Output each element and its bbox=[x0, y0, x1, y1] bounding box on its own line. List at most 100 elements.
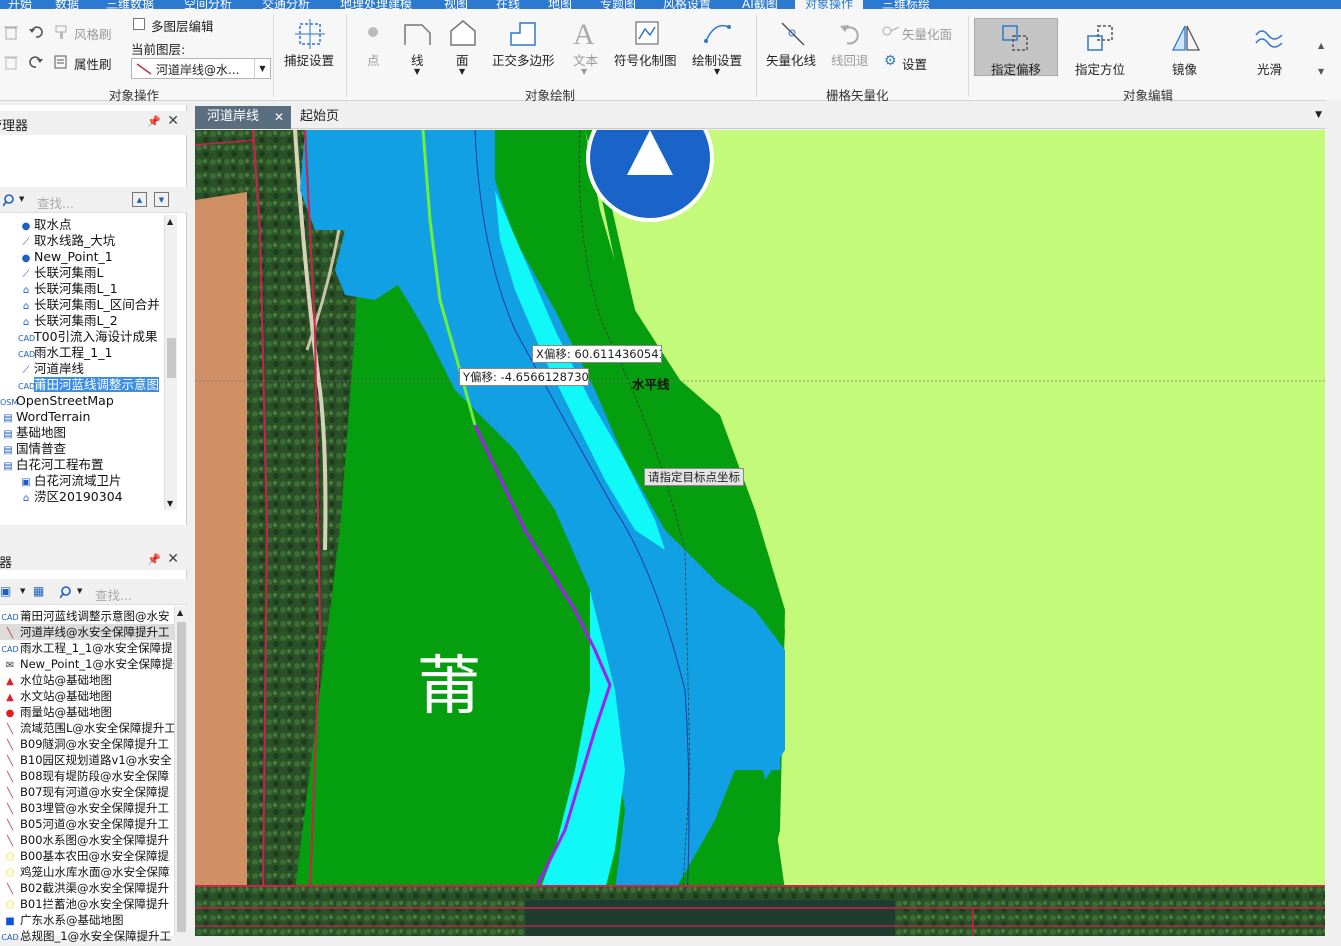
layer-list-item[interactable]: ⬠ B01拦蓄池@水安全保障提升 bbox=[0, 896, 174, 912]
attr-brush-label[interactable]: 属性刷 bbox=[74, 54, 112, 73]
workspace-tree-item[interactable]: ⟋ 河道岸线 bbox=[18, 361, 85, 377]
menu-tab-view[interactable]: 视图 bbox=[444, 0, 468, 9]
menu-tab-spatial[interactable]: 空间分析 bbox=[184, 0, 232, 9]
menu-tab-geoprocess[interactable]: 地理处理建模 bbox=[340, 0, 412, 9]
layer-list-item[interactable]: ╲ 河道岸线@水安全保障提升工 bbox=[0, 624, 174, 640]
polygon-draw-icon[interactable] bbox=[448, 19, 478, 47]
workspace-tree-item[interactable]: ⌂ 长联河集雨L_区间合并 bbox=[18, 297, 160, 313]
mirror-icon[interactable] bbox=[1171, 24, 1201, 54]
vectorize-polygon-icon[interactable] bbox=[882, 24, 900, 38]
layer-list-item[interactable]: ▲ 水文站@基础地图 bbox=[0, 688, 174, 704]
line-dropdown-icon[interactable]: ▼ bbox=[414, 67, 420, 76]
search-dropdown-icon[interactable]: ▼ bbox=[77, 587, 82, 595]
tab-river-bank[interactable]: 河道岸线 ✕ bbox=[195, 106, 291, 129]
layer-list-item[interactable]: ⬠ 鸡笼山水库水面@水安全保障 bbox=[0, 864, 174, 880]
workspace-tree-item[interactable]: ▤ 基础地图 bbox=[0, 425, 66, 441]
snap-icon[interactable] bbox=[295, 19, 325, 49]
menu-tab-start[interactable]: 开始 bbox=[8, 0, 32, 9]
layer-list-item[interactable]: ╲ B08现有堤防段@水安全保障 bbox=[0, 768, 174, 784]
layer-list-item[interactable]: ■ 广东水系@基础地图 bbox=[0, 912, 174, 928]
line-undo-icon[interactable] bbox=[837, 19, 867, 47]
current-layer-select[interactable]: 河道岸线@水... ▼ bbox=[131, 58, 271, 79]
close-icon[interactable]: ✕ bbox=[167, 113, 179, 129]
draw-settings-dropdown-icon[interactable]: ▼ bbox=[714, 67, 720, 76]
menu-tab-object-ops[interactable]: 对象操作 bbox=[795, 0, 864, 9]
close-icon[interactable]: ✕ bbox=[274, 106, 284, 128]
tabs-dropdown-icon[interactable]: ▼ bbox=[1315, 110, 1322, 120]
redo-icon[interactable] bbox=[28, 54, 44, 70]
menu-tab-thematic[interactable]: 专题图 bbox=[600, 0, 636, 9]
menu-tab-data[interactable]: 数据 bbox=[55, 0, 79, 9]
vectorize-line-icon[interactable] bbox=[778, 19, 808, 47]
raster-settings-button[interactable]: 设置 bbox=[902, 54, 927, 73]
menu-tab-map[interactable]: 地图 bbox=[548, 0, 572, 9]
workspace-tree-item[interactable]: ⟋ 长联河集雨L bbox=[18, 265, 104, 281]
layer-list-item[interactable]: ╲ B00水系图@水安全保障提升 bbox=[0, 832, 174, 848]
offset-button[interactable]: 指定偏移 bbox=[991, 59, 1041, 78]
ortho-polygon-icon[interactable] bbox=[508, 19, 538, 47]
workspace-search-input[interactable]: 查找... bbox=[37, 193, 74, 212]
layer-list-item[interactable]: ╲ B07现有河道@水安全保障提 bbox=[0, 784, 174, 800]
map-view[interactable]: 莆 X偏移: 60.61143605411( Y偏移: -4.656612873… bbox=[195, 130, 1325, 936]
text-icon[interactable]: A bbox=[571, 18, 601, 48]
layer-list-item[interactable]: ╲ B10园区规划道路v1@水安全 bbox=[0, 752, 174, 768]
workspace-tree-item[interactable]: ▣ 白花河流域卫片 bbox=[18, 473, 121, 489]
search-dropdown-icon[interactable]: ▼ bbox=[19, 195, 24, 203]
snap-settings-button[interactable]: 捕捉设置 bbox=[284, 50, 334, 69]
orient-icon[interactable] bbox=[1086, 24, 1116, 54]
tab-start-page[interactable]: 起始页 bbox=[288, 106, 351, 129]
map-canvas[interactable] bbox=[195, 130, 1325, 936]
smooth-icon[interactable] bbox=[1254, 27, 1284, 51]
pin-icon[interactable]: 📌 bbox=[147, 115, 161, 128]
polygon-dropdown-icon[interactable]: ▼ bbox=[459, 67, 465, 76]
search-icon[interactable] bbox=[3, 193, 19, 207]
layer-list-item[interactable]: ╲ B03埋管@水安全保障提升工 bbox=[0, 800, 174, 816]
workspace-scrollbar[interactable]: ▲ ▼ bbox=[164, 215, 177, 510]
workspace-tree-item[interactable]: ● New_Point_1 bbox=[18, 249, 113, 265]
arrow-up-icon[interactable]: ▲ bbox=[132, 192, 147, 207]
pin-icon[interactable]: 📌 bbox=[147, 553, 161, 566]
draw-ortho-polygon-button[interactable]: 正交多边形 bbox=[492, 50, 555, 69]
menu-tab-traffic[interactable]: 交通分析 bbox=[262, 0, 310, 9]
workspace-tree-item[interactable]: ⟋ 取水线路_大坑 bbox=[18, 233, 116, 249]
draw-settings-icon[interactable] bbox=[703, 19, 733, 47]
ribbon-scroll-down-icon[interactable]: ▼ bbox=[1318, 67, 1324, 76]
line-undo-button[interactable]: 线回退 bbox=[831, 50, 869, 69]
layer-list-item[interactable]: CAD莆田河蓝线调整示意图@水安 bbox=[0, 608, 174, 624]
workspace-tree-item[interactable]: OSMOpenStreetMap bbox=[0, 393, 114, 409]
vectorize-polygon-button[interactable]: 矢量化面 bbox=[902, 24, 952, 43]
search-icon[interactable] bbox=[60, 585, 76, 599]
menu-tab-online[interactable]: 在线 bbox=[496, 0, 520, 9]
workspace-tree-item[interactable]: ▤ 国情普查 bbox=[0, 441, 66, 457]
workspace-tree-item[interactable]: ⌂ 长联河集雨L_2 bbox=[18, 313, 118, 329]
undo-icon[interactable] bbox=[28, 24, 44, 40]
layer-group-icon[interactable]: ▣ bbox=[0, 584, 11, 598]
ribbon-scroll-up-icon[interactable]: ▲ bbox=[1318, 41, 1324, 50]
line-draw-icon[interactable] bbox=[402, 19, 432, 47]
layer-list-item[interactable]: CAD总规图_1@水安全保障提升工 bbox=[0, 928, 174, 944]
layer-list-item[interactable]: ● 雨量站@基础地图 bbox=[0, 704, 174, 720]
workspace-tree-item[interactable]: ⌂ 涝区20190304 bbox=[18, 489, 123, 505]
point-icon[interactable] bbox=[365, 24, 381, 40]
layer-list-item[interactable]: ▲ 水位站@基础地图 bbox=[0, 672, 174, 688]
menu-tab-3d-data[interactable]: 三维数据 bbox=[106, 0, 154, 9]
multi-layer-checkbox[interactable] bbox=[133, 18, 145, 30]
symbol-draw-button[interactable]: 符号化制图 bbox=[614, 50, 677, 69]
format-brush-icon[interactable] bbox=[53, 24, 69, 40]
workspace-tree-item[interactable]: ▤ 白花河工程布置 bbox=[0, 457, 103, 473]
chevron-down-icon[interactable]: ▼ bbox=[254, 59, 270, 78]
delete2-icon[interactable] bbox=[4, 54, 18, 70]
workspace-tree-item[interactable]: CADT00引流入海设计成果 bbox=[18, 329, 158, 345]
mirror-button[interactable]: 镜像 bbox=[1172, 59, 1197, 78]
offset-icon[interactable] bbox=[1001, 24, 1031, 54]
layer-list-item[interactable]: ╲ 流域范围L@水安全保障提升工 bbox=[0, 720, 176, 736]
workspace-tree-item[interactable]: ▤ WordTerrain bbox=[0, 409, 90, 425]
smooth-button[interactable]: 光滑 bbox=[1257, 59, 1282, 78]
menu-tab-3d-plot[interactable]: 三维标绘 bbox=[882, 0, 930, 9]
workspace-tree-item[interactable]: ● 取水点 bbox=[18, 217, 72, 233]
vectorize-line-button[interactable]: 矢量化线 bbox=[766, 50, 816, 69]
layer-list-item[interactable]: ╲ B05河道@水安全保障提升工 bbox=[0, 816, 174, 832]
arrow-down-icon[interactable]: ▼ bbox=[154, 192, 169, 207]
gear-icon[interactable]: ⚙ bbox=[884, 53, 897, 69]
workspace-tree-item[interactable]: CAD雨水工程_1_1 bbox=[18, 345, 112, 361]
